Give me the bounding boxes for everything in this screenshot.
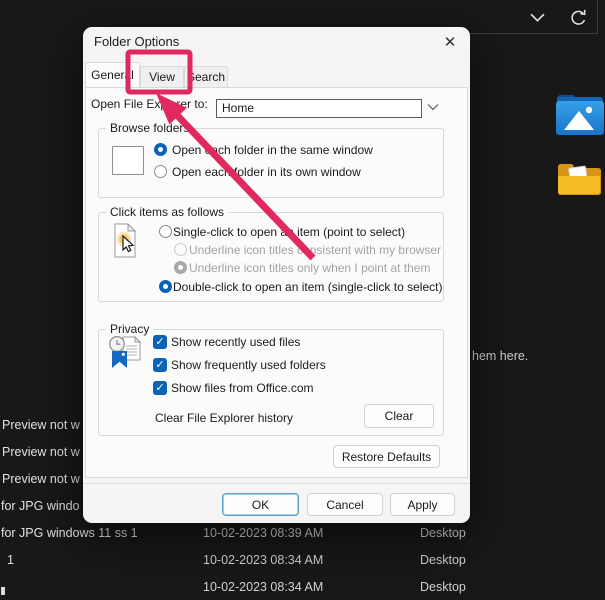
toolbar-divider xyxy=(468,33,597,34)
clipped-text-fragment xyxy=(1,587,5,595)
radio-underline-point xyxy=(174,261,187,274)
click-items-group: Click items as follows Single-click to o… xyxy=(98,212,444,302)
file-date: 10-02-2023 08:39 AM xyxy=(203,526,323,540)
checkbox-recent-files[interactable]: ✓ xyxy=(153,335,167,349)
refresh-icon[interactable] xyxy=(569,9,588,28)
radio-label[interactable]: Single-click to open an item (point to s… xyxy=(173,225,405,239)
clear-history-label: Clear File Explorer history xyxy=(155,411,293,425)
radio-label[interactable]: Double-click to open an item (single-cli… xyxy=(173,280,442,294)
file-name: Preview not w xyxy=(2,472,80,486)
dialog-title: Folder Options xyxy=(94,34,179,49)
privacy-recent-files-icon xyxy=(108,335,146,373)
combobox-chevron-icon[interactable] xyxy=(427,103,439,111)
file-date: 10-02-2023 08:34 AM xyxy=(203,553,323,567)
file-row[interactable]: 10-02-2023 08:34 AM Desktop xyxy=(0,580,605,597)
radio-label-disabled: Underline icon titles consistent with my… xyxy=(189,243,441,257)
radio-label-disabled: Underline icon titles only when I point … xyxy=(189,261,430,275)
radio-label[interactable]: Open each folder in the same window xyxy=(172,143,373,157)
browse-folders-group: Browse folders Open each folder in the s… xyxy=(98,128,444,198)
folder-options-dialog: Folder Options ✕ General View Search Ope… xyxy=(83,27,470,523)
documents-folder-icon[interactable] xyxy=(557,162,601,197)
restore-defaults-button[interactable]: Restore Defaults xyxy=(333,445,440,468)
checkbox-label[interactable]: Show files from Office.com xyxy=(171,381,314,395)
clear-button[interactable]: Clear xyxy=(364,404,434,428)
file-name: Preview not w xyxy=(2,445,80,459)
drop-hint-text: hem here. xyxy=(472,349,528,363)
radio-double-click[interactable] xyxy=(159,280,172,293)
general-tab-page: Open File Explorer to: Home Browse folde… xyxy=(85,87,468,478)
tab-general[interactable]: General xyxy=(85,62,140,87)
file-name: Preview not w xyxy=(2,418,80,432)
checkbox-office-files[interactable]: ✓ xyxy=(153,381,167,395)
checkbox-frequent-folders[interactable]: ✓ xyxy=(153,358,167,372)
checkbox-label[interactable]: Show recently used files xyxy=(171,335,300,349)
footer-divider xyxy=(83,483,470,484)
pictures-folder-icon[interactable] xyxy=(555,91,605,136)
file-location: Desktop xyxy=(420,580,466,594)
file-name: for JPG windo xyxy=(1,499,80,513)
close-icon[interactable]: ✕ xyxy=(439,32,461,54)
group-title-click: Click items as follows xyxy=(106,205,228,219)
radio-label[interactable]: Open each folder in its own window xyxy=(172,165,361,179)
file-location: Desktop xyxy=(420,526,466,540)
folder-window-icon xyxy=(112,146,144,175)
cancel-button[interactable]: Cancel xyxy=(307,493,383,516)
file-location: Desktop xyxy=(420,553,466,567)
apply-button[interactable]: Apply xyxy=(390,493,455,516)
group-title-browse: Browse folders xyxy=(106,121,193,135)
radio-open-same-window[interactable] xyxy=(154,143,167,156)
group-title-privacy: Privacy xyxy=(106,322,153,336)
file-name: for JPG windows 11 ss 1 xyxy=(1,526,138,540)
open-to-label: Open File Explorer to: xyxy=(91,97,208,111)
file-row[interactable]: for JPG windows 11 ss 1 10-02-2023 08:39… xyxy=(0,526,605,543)
radio-underline-browser xyxy=(174,243,187,256)
file-date: 10-02-2023 08:34 AM xyxy=(203,580,323,594)
checkbox-label[interactable]: Show frequently used folders xyxy=(171,358,326,372)
radio-open-own-window[interactable] xyxy=(154,165,167,178)
open-to-combobox[interactable]: Home xyxy=(216,99,422,118)
ok-button[interactable]: OK xyxy=(222,493,299,516)
radio-single-click[interactable] xyxy=(159,225,172,238)
file-row[interactable]: 1 10-02-2023 08:34 AM Desktop xyxy=(0,553,605,570)
click-document-cursor-icon xyxy=(113,223,141,261)
file-name: 1 xyxy=(7,553,14,567)
privacy-group: Privacy ✓ Show recently used files ✓ Sho… xyxy=(98,329,444,436)
tab-search[interactable]: Search xyxy=(184,66,228,87)
tab-view[interactable]: View xyxy=(140,66,184,87)
chevron-down-icon[interactable] xyxy=(530,13,545,22)
toolbar-divider-vertical xyxy=(597,0,598,34)
